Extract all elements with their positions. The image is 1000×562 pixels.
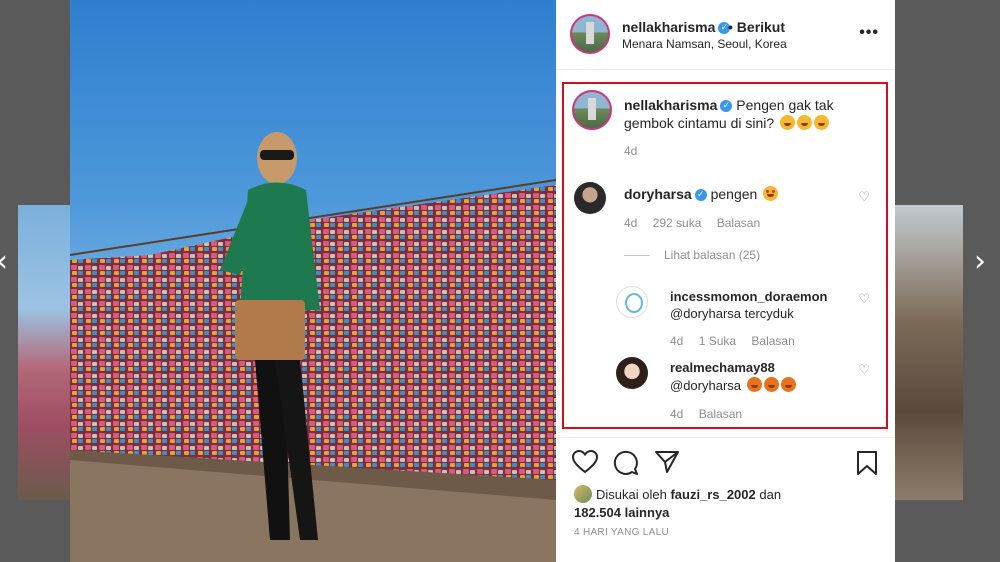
like-comment-heart-icon[interactable]: ♡ (858, 363, 870, 378)
location-link[interactable]: Menara Namsan, Seoul, Korea (622, 37, 787, 51)
liker-username[interactable]: fauzi_rs_2002 (670, 487, 755, 502)
caption-avatar[interactable] (572, 90, 612, 130)
post-actions: Disukai oleh fauzi_rs_2002 dan 182.504 l… (556, 437, 895, 562)
comment-time: 4d (670, 407, 684, 421)
comment-username[interactable]: doryharsa (624, 186, 692, 202)
post-detail-panel: nellakharisma ✓ • Berikut Menara Namsan, … (556, 0, 895, 562)
tongue-emoji-icon (780, 377, 796, 392)
chevron-right-icon[interactable]: › (974, 244, 986, 279)
grinning-emoji-icon (814, 115, 830, 130)
comment-icon[interactable] (613, 450, 639, 476)
reply-button[interactable]: Balasan (751, 334, 794, 348)
commenter-avatar[interactable] (616, 286, 648, 318)
commenter-avatar[interactable] (574, 182, 606, 214)
comment-username[interactable]: realmechamay88 (670, 360, 775, 375)
share-icon[interactable] (654, 450, 680, 474)
replies-divider (624, 255, 650, 257)
liker-avatar[interactable] (574, 485, 592, 503)
caption-username[interactable]: nellakharisma (624, 97, 717, 113)
reply-button[interactable]: Balasan (717, 216, 760, 230)
post-photo[interactable] (70, 0, 556, 562)
comment-username[interactable]: incessmomon_doraemon (670, 289, 828, 304)
view-replies[interactable]: Lihat balasan (25) (624, 248, 760, 262)
tongue-emoji-icon (763, 377, 779, 392)
comment-likes-link[interactable]: 292 suka (653, 216, 702, 230)
liked-by: Disukai oleh fauzi_rs_2002 dan 182.504 l… (574, 485, 814, 522)
post-header: nellakharisma ✓ • Berikut Menara Namsan, … (556, 0, 895, 70)
reply-row: incessmomon_doraemon @doryharsa tercyduk… (616, 284, 886, 348)
chevron-left-icon[interactable]: ‹ (0, 244, 8, 279)
reply-button[interactable]: Balasan (699, 407, 742, 421)
verified-badge-icon: ✓ (694, 189, 707, 202)
reply-row: realmechamay88 @doryharsa 4d Balasan ♡ (616, 355, 886, 425)
previous-post-preview[interactable] (18, 205, 70, 500)
tongue-emoji-icon (746, 377, 762, 392)
comments-section[interactable]: nellakharisma ✓ Pengen gak tak gembok cin… (562, 82, 888, 429)
post-author[interactable]: nellakharisma ✓ (622, 19, 731, 35)
comment-time: 4d (670, 334, 684, 348)
like-comment-heart-icon[interactable]: ♡ (858, 292, 870, 307)
like-comment-heart-icon[interactable]: ♡ (858, 190, 870, 205)
comment-time: 4d (624, 216, 638, 230)
next-post-preview[interactable] (895, 205, 963, 500)
post-date[interactable]: 4 HARI YANG LALU (574, 527, 669, 538)
more-options-icon[interactable]: ••• (859, 24, 879, 42)
caption-time: 4d (624, 144, 638, 158)
liked-by-prefix: Disukai oleh (596, 487, 667, 502)
avatar[interactable] (570, 14, 610, 54)
follow-button[interactable]: • Berikut (728, 19, 785, 35)
bookmark-icon[interactable] (856, 450, 878, 476)
comment-likes-link[interactable]: 1 Suka (699, 334, 736, 348)
commenter-avatar[interactable] (616, 357, 648, 389)
caption: nellakharisma ✓ Pengen gak tak gembok cin… (624, 96, 864, 132)
love-lock-scene (70, 132, 556, 562)
liked-by-connector: dan (759, 487, 782, 502)
heart-eyes-emoji-icon (763, 186, 779, 201)
comment-row: doryharsa ✓ pengen 4d 292 suka Balasan ♡ (574, 182, 886, 242)
verified-badge-icon: ✓ (720, 100, 733, 113)
grinning-emoji-icon (780, 115, 796, 130)
grinning-emoji-icon (797, 115, 813, 130)
likes-count[interactable]: 182.504 lainnya (574, 505, 669, 520)
comment-text: @doryharsa tercyduk (670, 306, 794, 321)
heart-icon[interactable] (572, 450, 598, 474)
comment-text: pengen (710, 186, 758, 202)
username-link[interactable]: nellakharisma (622, 19, 715, 35)
view-replies-link[interactable]: Lihat balasan (25) (664, 248, 760, 262)
comment-text: @doryharsa (670, 378, 742, 393)
